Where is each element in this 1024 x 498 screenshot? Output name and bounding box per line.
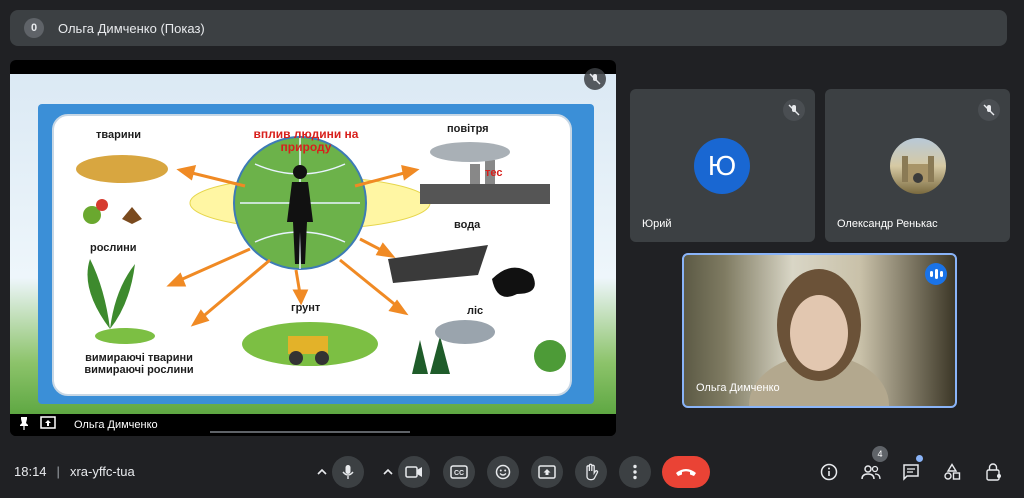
- divider: |: [56, 464, 60, 479]
- svg-text:CC: CC: [454, 470, 464, 477]
- mic-off-icon: [584, 68, 606, 90]
- people-icon: [861, 465, 881, 480]
- presentation-tile[interactable]: вплив людини на природу тварини повітря …: [10, 60, 616, 436]
- pin-icon[interactable]: [18, 416, 30, 435]
- label-extinct: вимираючі тварини вимираючі рослини: [84, 352, 194, 376]
- participant-tile-yuriy[interactable]: Ю Юрий: [630, 89, 815, 242]
- label-air: повітря: [447, 123, 489, 135]
- participant-video-olga[interactable]: Ольга Димченко: [682, 253, 957, 408]
- activities-button[interactable]: [938, 458, 966, 486]
- mic-off-icon: [783, 99, 805, 121]
- mic-icon: [342, 465, 354, 479]
- present-screen-icon[interactable]: [40, 415, 56, 435]
- mic-off-icon: [978, 99, 1000, 121]
- label-tec: тес: [485, 167, 503, 179]
- shared-slide: вплив людини на природу тварини повітря …: [10, 74, 616, 414]
- captions-icon: CC: [450, 465, 468, 479]
- presenter-title: Ольга Димченко (Показ): [58, 20, 205, 36]
- lock-person-icon: [986, 463, 1001, 481]
- emoji-icon: [495, 464, 511, 480]
- shapes-icon: [944, 463, 961, 480]
- leave-call-button[interactable]: [662, 456, 710, 488]
- count-badge: 0: [24, 18, 44, 38]
- chat-icon: [903, 464, 919, 481]
- participant-name: Олександр Ренькас: [837, 218, 938, 230]
- hand-icon: [586, 463, 599, 481]
- label-water: вода: [454, 219, 481, 231]
- slide-title: вплив людини на природу: [253, 127, 359, 154]
- reactions-button[interactable]: [487, 456, 519, 488]
- speaking-indicator-icon: [925, 263, 947, 285]
- mic-button[interactable]: [332, 456, 364, 488]
- scroll-indicator: [210, 431, 410, 433]
- label-soil: грунт: [291, 302, 321, 314]
- info-icon: [820, 463, 838, 481]
- chat-button[interactable]: [897, 458, 925, 486]
- more-vert-icon: [633, 464, 637, 480]
- presenter-bar[interactable]: 0 Ольга Димченко (Показ): [10, 10, 1007, 46]
- label-animals: тварини: [96, 129, 142, 141]
- presentation-footer: Ольга Димченко: [10, 414, 616, 436]
- host-controls-button[interactable]: [980, 458, 1008, 486]
- chat-notification-dot: [916, 455, 923, 462]
- clock: 18:14: [14, 464, 47, 479]
- participant-name: Ольга Димченко: [696, 382, 780, 394]
- more-options-button[interactable]: [619, 456, 651, 488]
- avatar: Ю: [694, 138, 750, 194]
- raise-hand-button[interactable]: [575, 456, 607, 488]
- label-plants: рослини: [90, 242, 137, 254]
- camera-button[interactable]: [398, 456, 430, 488]
- present-screen-icon: [538, 465, 556, 479]
- meeting-details-button[interactable]: [815, 458, 843, 486]
- label-forest: ліс: [467, 305, 484, 317]
- people-button[interactable]: [857, 458, 885, 486]
- presenter-name: Ольга Димченко: [74, 419, 158, 431]
- present-now-button[interactable]: [531, 456, 563, 488]
- captions-button[interactable]: CC: [443, 456, 475, 488]
- camera-icon: [405, 466, 422, 478]
- avatar: [890, 138, 946, 194]
- participant-tile-oleksandr[interactable]: Олександр Ренькас: [825, 89, 1010, 242]
- end-call-icon: [676, 469, 696, 476]
- meet-window: 0 Ольга Димченко (Показ) вплив людини на…: [0, 0, 1024, 498]
- participant-name: Юрий: [642, 218, 672, 230]
- meeting-code: xra-yffc-tua: [69, 464, 135, 479]
- control-bar: 18:14 | xra-yffc-tua CC 4: [0, 446, 1024, 498]
- meeting-info: 18:14 | xra-yffc-tua: [14, 464, 135, 479]
